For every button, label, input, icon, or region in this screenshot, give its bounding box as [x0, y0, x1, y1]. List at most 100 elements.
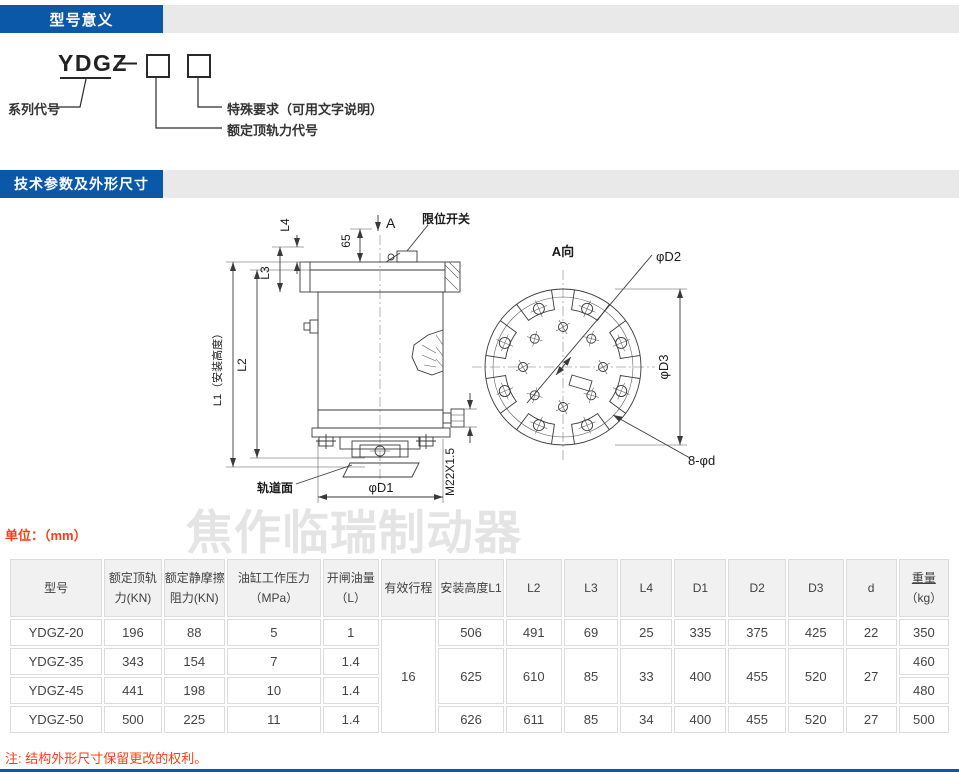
table-cell: 455 [728, 706, 786, 733]
model-box-force-code [146, 54, 170, 78]
table-cell: 85 [564, 706, 619, 733]
column-header: 额定静摩擦阻力(KN) [164, 559, 225, 617]
table-cell: 1.4 [323, 706, 379, 733]
table-cell: 350 [899, 619, 949, 646]
table-cell: 400 [674, 648, 726, 704]
column-header: 有效行程 [381, 559, 437, 617]
label-special-req: 特殊要求（可用文字说明） [227, 99, 383, 118]
table-cell: 610 [506, 648, 562, 704]
dim-l4-label: L4 [278, 218, 292, 232]
table-cell: 88 [164, 619, 225, 646]
view-arrow-label: A [386, 215, 396, 231]
side-view [300, 235, 464, 487]
column-header: L3 [564, 559, 619, 617]
dim-l2-label: L2 [235, 358, 249, 372]
table-cell: 33 [620, 648, 672, 704]
dim-l1-label: L1（安装高度） [210, 328, 224, 406]
page-root: 型号意义 YDGZ — 系列代号 特殊要求（可用文字说明） 额定顶轨力代号 技术… [0, 0, 959, 772]
dim-d1-label: φD1 [368, 480, 393, 495]
table-cell: 520 [788, 706, 844, 733]
limit-switch-label: 限位开关 [422, 211, 470, 226]
table-cell: 343 [104, 648, 162, 675]
column-header: D1 [674, 559, 726, 617]
thread-label: M22X1.5 [443, 448, 457, 496]
section-strip-tech: 技术参数及外形尺寸 [0, 170, 959, 198]
table-cell: 625 [438, 648, 504, 704]
table-cell: 491 [506, 619, 562, 646]
column-header: 开闸油量（L） [323, 559, 379, 617]
model-cell: YDGZ-45 [10, 677, 102, 704]
dim-bolt-holes-label: 8-φd [688, 453, 715, 468]
table-cell: 425 [788, 619, 844, 646]
table-cell: 335 [674, 619, 726, 646]
unit-label: 单位：（mm） [5, 525, 87, 544]
table-cell: 506 [438, 619, 504, 646]
table-cell: 611 [506, 706, 562, 733]
side-view-dimensions: L4 65 A 限位开关 L3 L2 L1（安装高度） 轨道面 φD1 M22X… [210, 211, 477, 503]
table-cell: 196 [104, 619, 162, 646]
dim-l3-label: L3 [258, 266, 272, 280]
table-cell: 27 [846, 706, 897, 733]
column-header: D3 [788, 559, 844, 617]
technical-drawing: L4 65 A 限位开关 L3 L2 L1（安装高度） 轨道面 φD1 M22X… [200, 195, 760, 510]
column-header: L2 [506, 559, 562, 617]
table-cell: 22 [846, 619, 897, 646]
table-cell: 460 [899, 648, 949, 675]
hole-crosshair [584, 337, 599, 341]
dim-d3-label: φD3 [656, 354, 671, 379]
table-cell: 500 [899, 706, 949, 733]
a-view-title: A向 [552, 244, 574, 259]
table-cell: 1 [323, 619, 379, 646]
a-view: A向 φD2 φD3 8-φd [472, 244, 715, 468]
hole-crosshair [589, 388, 593, 403]
spec-table: 型号额定顶轨力(KN)额定静摩擦阻力(KN)油缸工作压力（MPa）开闸油量（L）… [8, 557, 951, 735]
dim-d2-label: φD2 [656, 249, 681, 264]
table-cell: 69 [564, 619, 619, 646]
table-cell: 441 [104, 677, 162, 704]
model-cell: YDGZ-35 [10, 648, 102, 675]
table-cell: 5 [227, 619, 321, 646]
table-cell: 520 [788, 648, 844, 704]
column-header: 油缸工作压力（MPa） [227, 559, 321, 617]
table-cell: 10 [227, 677, 321, 704]
table-cell: 1.4 [323, 677, 379, 704]
model-box-special [187, 54, 211, 78]
table-cell: 154 [164, 648, 225, 675]
model-dash: — [117, 52, 137, 75]
table-cell: 85 [564, 648, 619, 704]
label-series-code: 系列代号 [8, 99, 60, 118]
section-strip-model: 型号意义 [0, 5, 959, 33]
column-header: 安装高度L1 [438, 559, 504, 617]
dim-65-label: 65 [339, 234, 353, 248]
table-cell: 11 [227, 706, 321, 733]
table-cell: 455 [728, 648, 786, 704]
table-cell: 480 [899, 677, 949, 704]
spec-table-head-row: 型号额定顶轨力(KN)额定静摩擦阻力(KN)油缸工作压力（MPa）开闸油量（L）… [10, 559, 949, 617]
label-force-code: 额定顶轨力代号 [227, 120, 318, 139]
table-cell: 225 [164, 706, 225, 733]
table-cell: 1.4 [323, 648, 379, 675]
table-row: YDGZ-3534315471.462561085334004555202746… [10, 648, 949, 675]
table-cell: 25 [620, 619, 672, 646]
table-cell: 27 [846, 648, 897, 704]
table-cell: 400 [674, 706, 726, 733]
model-cell: YDGZ-20 [10, 619, 102, 646]
section-title-model: 型号意义 [0, 5, 163, 33]
table-cell: 16 [381, 619, 437, 733]
column-header: D2 [728, 559, 786, 617]
hole-crosshair [533, 331, 537, 346]
column-header: 型号 [10, 559, 102, 617]
section-title-tech: 技术参数及外形尺寸 [0, 170, 163, 198]
column-header: d [846, 559, 897, 617]
table-cell: 375 [728, 619, 786, 646]
table-cell: 34 [620, 706, 672, 733]
rail-surface-label: 轨道面 [257, 480, 293, 495]
model-cell: YDGZ-50 [10, 706, 102, 733]
table-cell: 198 [164, 677, 225, 704]
column-header: L4 [620, 559, 672, 617]
model-meaning-diagram: YDGZ — 系列代号 特殊要求（可用文字说明） 额定顶轨力代号 [0, 38, 430, 158]
table-cell: 500 [104, 706, 162, 733]
series-code-underline [60, 77, 111, 79]
column-header: 重量（kg） [899, 559, 949, 617]
table-cell: 626 [438, 706, 504, 733]
